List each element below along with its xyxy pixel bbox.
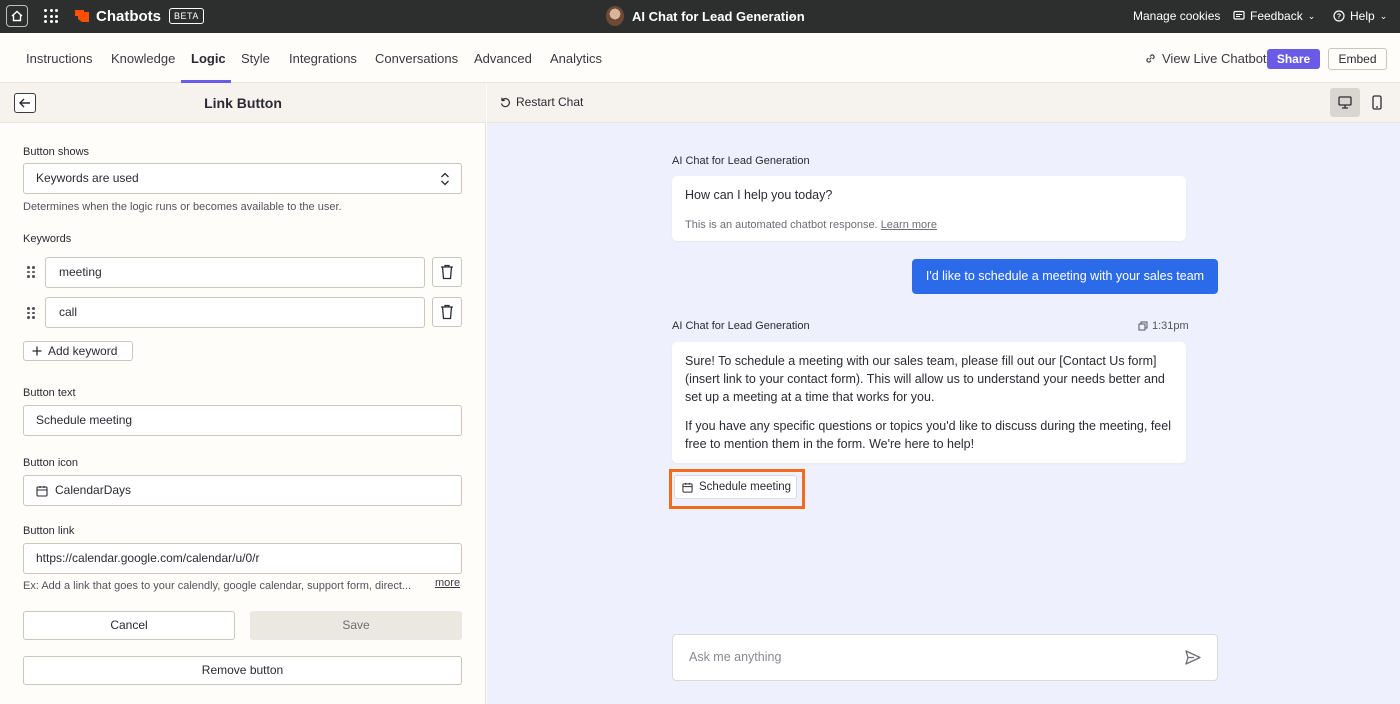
embed-button[interactable]: Embed [1328,48,1387,70]
panel-title: Link Button [204,95,282,111]
keyword-input[interactable]: call [45,297,425,328]
drag-handle-icon[interactable] [27,307,35,319]
chat-input[interactable]: Ask me anything [672,634,1218,681]
restart-icon [500,97,510,107]
bot-title-dropdown[interactable]: AI Chat for Lead Generation [632,9,805,24]
schedule-meeting-button[interactable]: Schedule meeting [674,475,797,499]
trash-icon [441,264,453,280]
add-keyword-label: Add keyword [48,344,118,358]
tab-instructions[interactable]: Instructions [26,51,92,66]
view-live-label: View Live Chatbot [1162,51,1267,66]
mobile-view-button[interactable] [1367,88,1387,117]
bot-reply-paragraph: If you have any specific questions or to… [685,419,1171,451]
bot-name-label: AI Chat for Lead Generation [672,320,810,332]
help-menu[interactable]: ? Help ⌄ [1333,9,1387,23]
button-shows-help: Determines when the logic runs or become… [23,201,342,213]
tab-integrations[interactable]: Integrations [289,51,357,66]
add-keyword-button[interactable]: Add keyword [23,341,133,361]
button-link-help: Ex: Add a link that goes to your calendl… [23,580,412,592]
manage-cookies-link[interactable]: Manage cookies [1133,9,1220,23]
link-icon [1146,54,1155,63]
desktop-view-button[interactable] [1330,88,1360,117]
learn-more-link[interactable]: Learn more [881,219,937,231]
button-shows-value: Keywords are used [36,171,139,185]
bot-avatar [606,6,624,26]
share-button[interactable]: Share [1267,49,1320,69]
help-icon: ? [1333,10,1345,22]
more-link[interactable]: more [435,577,460,589]
select-arrows-icon [441,172,449,186]
button-icon-select[interactable]: CalendarDays [23,475,462,506]
delete-keyword-button[interactable] [432,257,462,287]
cancel-button[interactable]: Cancel [23,611,235,640]
tab-logic[interactable]: Logic [191,51,226,66]
bot-greeting-text: How can I help you today? [685,188,833,202]
disclaimer: This is an automated chatbot response. L… [685,216,1173,234]
feedback-menu[interactable]: Feedback ⌄ [1233,9,1315,23]
send-icon[interactable] [1185,650,1201,665]
button-shows-select[interactable]: Keywords are used [23,163,462,194]
app-grid-icon[interactable] [44,9,58,23]
button-icon-value: CalendarDays [55,483,132,497]
bot-reply-paragraph: Sure! To schedule a meeting with our sal… [685,354,1165,404]
copy-icon[interactable] [1138,321,1148,331]
feedback-label: Feedback [1250,9,1303,23]
feedback-icon [1233,10,1245,20]
button-link-label: Button link [23,525,75,537]
message-timestamp: 1:31pm [1138,320,1189,332]
keyword-input[interactable]: meeting [45,257,425,288]
tab-style[interactable]: Style [241,51,270,66]
panel-header: Link Button [0,83,486,123]
restart-chat-button[interactable]: Restart Chat [500,95,583,109]
tab-knowledge[interactable]: Knowledge [111,51,175,66]
tab-analytics[interactable]: Analytics [550,51,602,66]
calendar-icon [36,485,48,497]
delete-keyword-button[interactable] [432,297,462,327]
drag-handle-icon[interactable] [27,266,35,278]
bot-name-label: AI Chat for Lead Generation [672,155,810,167]
desktop-icon [1338,96,1352,109]
preview-header: Restart Chat [487,83,1400,123]
calendar-icon [682,482,693,493]
trash-icon [441,304,453,320]
svg-text:?: ? [1337,14,1341,21]
keywords-label: Keywords [23,233,72,245]
plus-icon [32,346,42,356]
button-link-input[interactable]: https://calendar.google.com/calendar/u/0… [23,543,462,574]
beta-badge: BETA [169,8,204,24]
tab-bar: Instructions Knowledge Logic Style Integ… [0,33,1400,83]
button-shows-label: Button shows [23,146,90,158]
user-message: I'd like to schedule a meeting with your… [912,259,1218,294]
bot-message: Sure! To schedule a meeting with our sal… [672,342,1186,463]
remove-button[interactable]: Remove button [23,656,462,685]
link-button-panel: Link Button Button shows Keywords are us… [0,83,486,704]
chatbots-logo-icon [75,10,89,22]
button-icon-label: Button icon [23,457,79,469]
help-label: Help [1350,9,1375,23]
disclaimer-text: This is an automated chatbot response. [685,219,878,231]
mobile-icon [1372,95,1382,110]
button-text-label: Button text [23,387,76,399]
brand-name[interactable]: Chatbots [96,8,161,25]
bot-message: How can I help you today? This is an aut… [672,176,1186,241]
schedule-meeting-label: Schedule meeting [699,481,792,493]
chevron-down-icon[interactable]: ⌄ [788,10,796,21]
top-bar: Chatbots BETA AI Chat for Lead Generatio… [0,0,1400,33]
chat-input-placeholder: Ask me anything [689,650,782,664]
chevron-down-icon: ⌄ [1379,10,1388,21]
restart-chat-label: Restart Chat [516,95,584,109]
home-icon[interactable] [6,5,28,27]
view-live-chatbot-link[interactable]: View Live Chatbot [1144,51,1267,66]
chat-preview-panel: Restart Chat AI Chat for Lead Generation… [487,83,1400,704]
timestamp-text: 1:31pm [1152,320,1189,332]
save-button[interactable]: Save [250,611,462,640]
tab-conversations[interactable]: Conversations [375,51,458,66]
button-text-input[interactable]: Schedule meeting [23,405,462,436]
chevron-down-icon: ⌄ [1307,10,1316,21]
tab-advanced[interactable]: Advanced [474,51,532,66]
